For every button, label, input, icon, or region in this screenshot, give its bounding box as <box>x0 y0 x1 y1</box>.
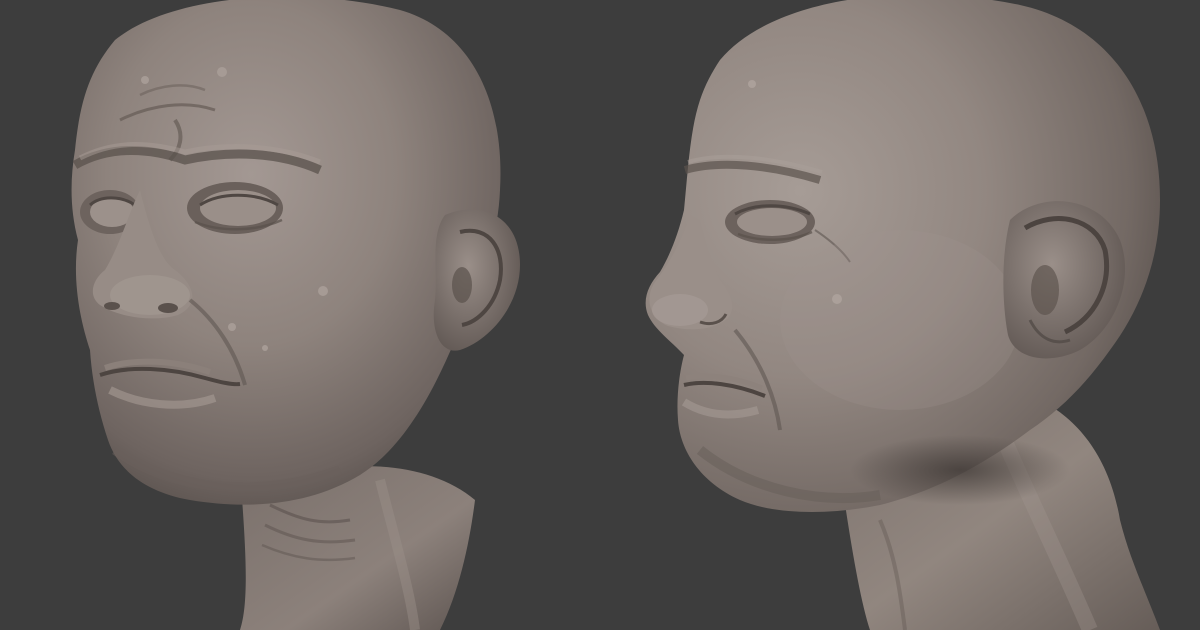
sculpt-viewport <box>0 0 1200 630</box>
sculpted-head-three-quarter <box>71 0 520 630</box>
sculpt-render <box>71 0 1160 630</box>
sculpted-head-profile <box>645 0 1160 630</box>
